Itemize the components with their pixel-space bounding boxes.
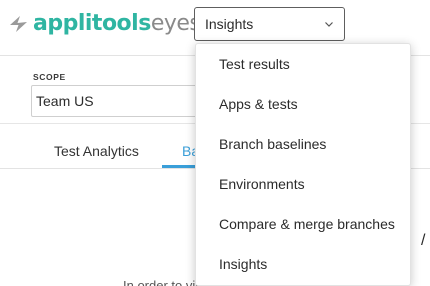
view-dropdown-menu: Test results Apps & tests Branch baselin… [195, 43, 411, 286]
applitools-logo-icon [10, 16, 27, 32]
menu-item-branch-baselines[interactable]: Branch baselines [196, 124, 410, 164]
menu-item-test-results[interactable]: Test results [196, 44, 410, 84]
chevron-down-icon [325, 22, 333, 27]
view-selector-value: Insights [205, 16, 254, 32]
menu-item-apps-tests[interactable]: Apps & tests [196, 84, 410, 124]
main-partial-glyph: / [421, 232, 426, 249]
scope-selector[interactable]: Team US [31, 85, 221, 117]
logo-brand-text: applitools [33, 11, 151, 36]
menu-item-compare-merge[interactable]: Compare & merge branches [196, 204, 410, 244]
view-selector[interactable]: Insights [194, 7, 345, 41]
logo-product-text: eyes [150, 11, 201, 36]
menu-item-environments[interactable]: Environments [196, 164, 410, 204]
tab-test-analytics[interactable]: Test Analytics [54, 143, 139, 159]
menu-item-insights[interactable]: Insights [196, 244, 410, 284]
scope-label: SCOPE [33, 72, 66, 82]
applitools-logo[interactable]: applitoolseyes [8, 9, 201, 39]
logo-wordmark: applitoolseyes [33, 9, 201, 39]
scope-value: Team US [36, 93, 94, 109]
